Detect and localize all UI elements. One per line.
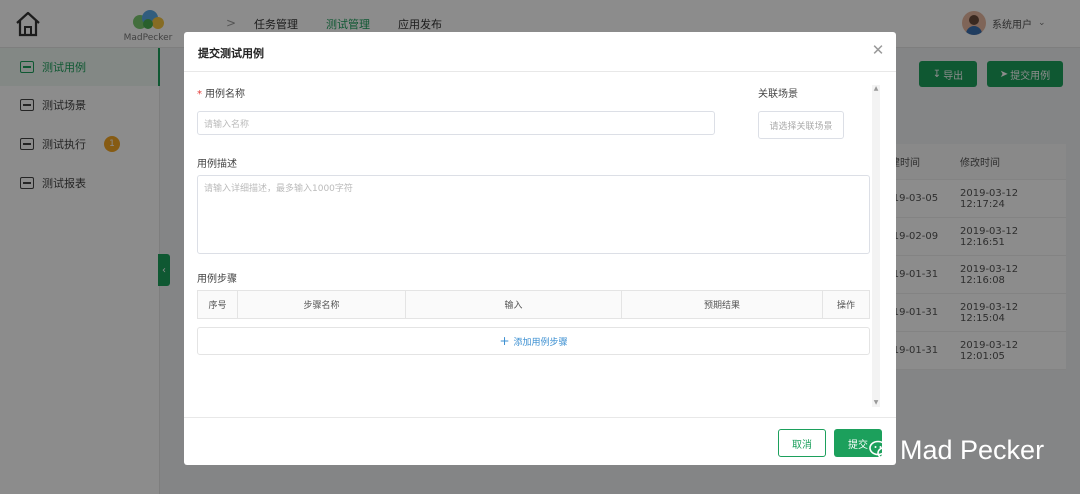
steps-col-name: 步骤名称 [238, 291, 406, 318]
case-name-label-text: 用例名称 [205, 89, 245, 100]
dialog-title: 提交测试用例 [198, 47, 264, 60]
steps-col-expected: 预期结果 [622, 291, 823, 318]
cancel-button[interactable]: 取消 [778, 429, 826, 457]
case-name-input[interactable]: 请输入名称 [197, 111, 715, 135]
dialog-scrollbar[interactable]: ▲ ▼ [872, 85, 880, 407]
watermark-text: Mad Pecker [900, 434, 1045, 465]
add-step-button[interactable]: + 添加用例步骤 [197, 327, 870, 355]
dialog-body: * 用例名称 请输入名称 关联场景 请选择关联场景 用例描述 请输入详细描述，最多… [184, 73, 896, 417]
steps-table-header: 序号 步骤名称 输入 预期结果 操作 [197, 290, 870, 319]
required-mark: * [197, 89, 202, 100]
watermark: Mad Pecker [868, 432, 1044, 468]
close-icon[interactable]: ✕ [870, 42, 886, 58]
dialog-footer: 取消 提交 [184, 417, 896, 465]
steps-col-action: 操作 [836, 301, 855, 311]
case-name-placeholder: 请输入名称 [204, 119, 250, 130]
scene-label: 关联场景 [758, 89, 798, 100]
scroll-up-icon[interactable]: ▲ [872, 85, 880, 93]
steps-col-index: 序号 [198, 291, 238, 318]
add-step-label: 添加用例步骤 [513, 337, 568, 348]
dialog-header: 提交测试用例 ✕ [184, 32, 896, 72]
case-name-label: * 用例名称 [197, 85, 245, 100]
submit-test-case-dialog: 提交测试用例 ✕ * 用例名称 请输入名称 关联场景 请选择关联场景 用例描述 请… [184, 32, 896, 465]
description-placeholder: 请输入详细描述，最多输入1000字符 [204, 184, 353, 194]
description-textarea[interactable]: 请输入详细描述，最多输入1000字符 [197, 175, 870, 254]
select-scene-label: 请选择关联场景 [769, 121, 833, 132]
wechat-icon [869, 440, 893, 460]
scroll-down-icon[interactable]: ▼ [872, 399, 880, 407]
plus-icon: + [499, 334, 510, 348]
desc-label: 用例描述 [197, 159, 237, 170]
select-scene-button[interactable]: 请选择关联场景 [758, 111, 844, 139]
steps-label: 用例步骤 [197, 274, 237, 285]
steps-col-input: 输入 [406, 291, 622, 318]
